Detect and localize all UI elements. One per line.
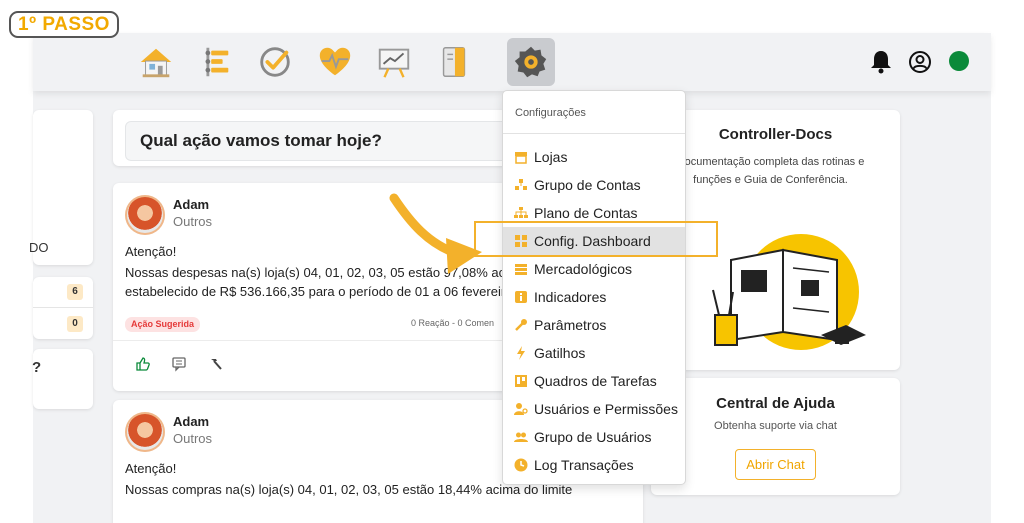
settings-dropdown: Configurações Lojas Grupo de Contas Plan… (502, 90, 686, 485)
left-panel-question: ? (32, 349, 93, 409)
post-author: Adam (173, 197, 210, 212)
users-icon (514, 430, 528, 444)
timeline-icon[interactable] (191, 38, 239, 86)
left-panel-text: DO (29, 240, 49, 255)
menu-item-label: Parâmetros (534, 317, 607, 333)
divider (33, 307, 93, 308)
hammer-icon[interactable] (208, 356, 224, 372)
menu-item-log-transacoes[interactable]: Log Transações (503, 451, 685, 479)
hierarchy-icon (514, 206, 528, 220)
menu-item-grupo-de-usuarios[interactable]: Grupo de Usuários (503, 423, 685, 451)
menu-item-label: Usuários e Permissões (534, 401, 678, 417)
user-circle-icon[interactable] (908, 50, 932, 74)
post-line: estabelecido de R$ 536.166,35 para o per… (125, 284, 513, 299)
menu-item-grupo-de-contas[interactable]: Grupo de Contas (503, 171, 685, 199)
menu-item-parametros[interactable]: Parâmetros (503, 311, 685, 339)
menu-item-quadros-de-tarefas[interactable]: Quadros de Tarefas (503, 367, 685, 395)
post-category: Outros (173, 431, 213, 446)
avatar (125, 412, 165, 452)
menu-item-label: Grupo de Usuários (534, 429, 652, 445)
post-author: Adam (173, 414, 210, 429)
lightning-icon (514, 346, 528, 360)
like-icon[interactable] (135, 356, 151, 372)
post-title: Atenção! (125, 244, 177, 259)
menu-item-label: Gatilhos (534, 345, 586, 361)
help-card: Central de Ajuda Obtenha suporte via cha… (651, 378, 900, 495)
help-description: Obtenha suporte via chat (714, 420, 837, 432)
heart-pulse-icon[interactable] (311, 38, 359, 86)
menu-item-mercadologicos[interactable]: Mercadológicos (503, 255, 685, 283)
gear-icon[interactable] (507, 38, 555, 86)
clock-icon (514, 458, 528, 472)
menu-item-label: Log Transações (534, 457, 634, 473)
bell-icon[interactable] (869, 49, 893, 75)
question-mark: ? (32, 359, 42, 376)
menu-item-label: Mercadológicos (534, 261, 633, 277)
count-badge: 6 (67, 284, 83, 300)
open-book-illustration-icon (712, 234, 866, 350)
menu-item-label: Plano de Contas (534, 205, 638, 221)
user-key-icon (514, 402, 528, 416)
menu-item-indicadores[interactable]: Indicadores (503, 283, 685, 311)
post-title: Atenção! (125, 461, 177, 476)
top-navigation-bar (33, 33, 991, 91)
comment-icon[interactable] (171, 356, 187, 372)
left-panel-card: DO (29, 110, 93, 265)
open-chat-button[interactable]: Abrir Chat (735, 449, 816, 480)
menu-item-lojas[interactable]: Lojas (503, 143, 685, 171)
suggested-action-badge[interactable]: Ação Sugerida (125, 317, 201, 332)
divider (503, 133, 685, 134)
docs-description: Documentação completa das rotinas e funç… (651, 153, 900, 189)
status-dot (949, 51, 969, 71)
menu-item-label: Lojas (534, 149, 568, 165)
presentation-chart-icon[interactable] (370, 38, 418, 86)
menu-item-label: Indicadores (534, 289, 607, 305)
step-badge: 1º PASSO (9, 11, 119, 38)
layers-icon (514, 262, 528, 276)
tutorial-arrow-icon (389, 193, 482, 274)
menu-item-label: Grupo de Contas (534, 177, 641, 193)
avatar (125, 195, 165, 235)
tutorial-highlight-box (474, 221, 718, 257)
info-icon (514, 290, 528, 304)
docs-line: funções e Guia de Conferência. (693, 174, 848, 186)
docs-title: Controller-Docs (718, 126, 833, 143)
dropdown-header: Configurações (515, 107, 586, 119)
docs-line: Documentação completa das rotinas e (676, 156, 865, 168)
reactions-count[interactable]: 0 Reação - 0 Comen (411, 318, 494, 328)
check-icon[interactable] (251, 38, 299, 86)
notebook-icon[interactable] (430, 38, 478, 86)
menu-item-usuarios-e-permissoes[interactable]: Usuários e Permissões (503, 395, 685, 423)
menu-item-label: Quadros de Tarefas (534, 373, 657, 389)
wrench-icon (514, 318, 528, 332)
group-accounts-icon (514, 178, 528, 192)
menu-item-gatilhos[interactable]: Gatilhos (503, 339, 685, 367)
help-title: Central de Ajuda (716, 395, 835, 412)
left-panel-counts: 6 0 (33, 277, 93, 339)
home-icon[interactable] (132, 38, 180, 86)
store-icon (514, 150, 528, 164)
count-badge: 0 (67, 316, 83, 332)
kanban-icon (514, 374, 528, 388)
post-category: Outros (173, 214, 213, 229)
